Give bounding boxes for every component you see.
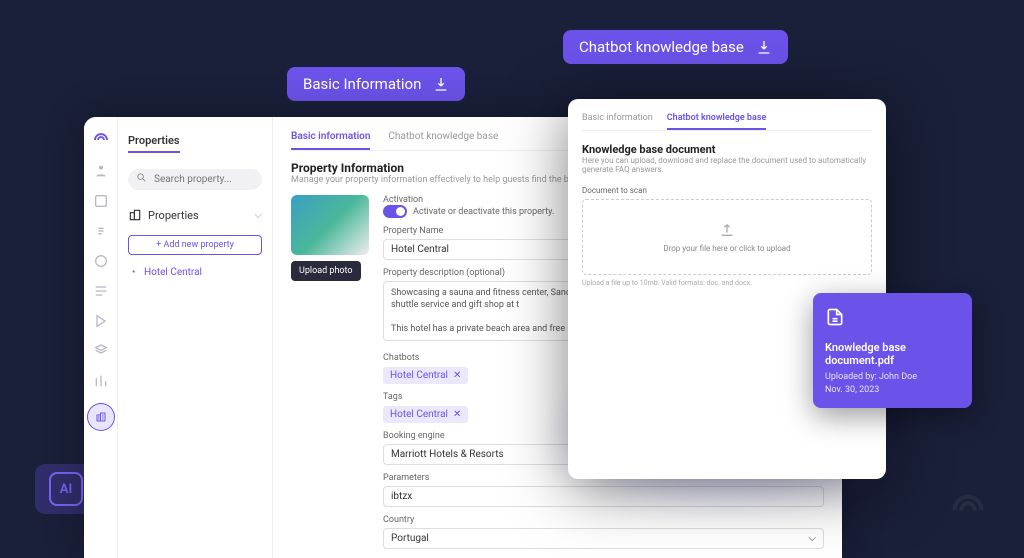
add-property-button[interactable]: + Add new property bbox=[128, 235, 262, 255]
country-value: Portugal bbox=[391, 533, 429, 544]
basic-info-pill[interactable]: Basic Information bbox=[287, 67, 465, 101]
nav-icon-5[interactable] bbox=[93, 283, 109, 299]
parameters-input[interactable] bbox=[383, 486, 824, 507]
sidebar-group-label: Properties bbox=[148, 209, 199, 222]
kb-hint: Upload a file up to 10mb. Valid formats:… bbox=[582, 279, 872, 287]
chip-label: Hotel Central bbox=[390, 370, 448, 381]
nav-icon-properties[interactable] bbox=[87, 403, 115, 431]
kb-subtitle: Here you can upload, download and replac… bbox=[582, 156, 872, 174]
country-select[interactable]: Portugal ⌵ bbox=[383, 528, 824, 549]
search-input[interactable] bbox=[128, 169, 262, 190]
file-uploader: Uploaded by: John Doe bbox=[825, 371, 960, 384]
dropzone-text: Drop your file here or click to upload bbox=[663, 244, 790, 253]
kb-tabs: Basic information Chatbot knowledge base bbox=[582, 113, 872, 131]
nav-icon-2[interactable] bbox=[93, 193, 109, 209]
kb-tab-kb[interactable]: Chatbot knowledge base bbox=[667, 113, 767, 130]
nav-icon-1[interactable] bbox=[93, 163, 109, 179]
sidebar-group-properties[interactable]: Properties ⌵ bbox=[128, 208, 262, 222]
pill-label: Chatbot knowledge base bbox=[579, 38, 744, 56]
tag-chip[interactable]: Hotel Central ✕ bbox=[383, 406, 468, 423]
country-label: Country bbox=[383, 515, 824, 525]
chatbot-chip[interactable]: Hotel Central ✕ bbox=[383, 367, 468, 384]
activation-help: Activate or deactivate this property. bbox=[413, 207, 554, 217]
nav-icon-4[interactable] bbox=[93, 253, 109, 269]
chevron-down-icon: ⌵ bbox=[254, 210, 262, 221]
chip-remove-icon[interactable]: ✕ bbox=[453, 370, 461, 381]
upload-dropzone[interactable]: Drop your file here or click to upload bbox=[582, 199, 872, 275]
nav-icon-7[interactable] bbox=[93, 343, 109, 359]
app-logo[interactable] bbox=[92, 131, 110, 149]
sidebar-item-hotel-central[interactable]: Hotel Central bbox=[128, 267, 262, 278]
file-icon bbox=[825, 305, 845, 329]
file-date: Nov. 30, 2023 bbox=[825, 384, 960, 397]
download-icon bbox=[433, 76, 449, 92]
sidebar-title: Properties bbox=[128, 134, 180, 153]
kb-pill[interactable]: Chatbot knowledge base bbox=[563, 30, 788, 64]
activation-toggle[interactable] bbox=[383, 205, 407, 218]
download-icon bbox=[756, 39, 772, 55]
upload-icon bbox=[719, 222, 735, 238]
nav-icon-3[interactable] bbox=[93, 223, 109, 239]
kb-doc-label: Document to scan bbox=[582, 186, 872, 195]
nav-icon-8[interactable] bbox=[93, 373, 109, 389]
kb-title: Knowledge base document bbox=[582, 143, 872, 156]
sidebar: Properties Properties ⌵ + Add new proper… bbox=[118, 117, 273, 558]
file-name: Knowledge base document.pdf bbox=[825, 341, 960, 367]
chip-label: Hotel Central bbox=[390, 409, 448, 420]
kb-tab-basic[interactable]: Basic information bbox=[582, 113, 653, 130]
watermark-logo bbox=[948, 490, 988, 530]
ai-icon: AI bbox=[49, 472, 83, 506]
search-icon bbox=[136, 172, 147, 183]
pill-label: Basic Information bbox=[303, 75, 421, 93]
tab-basic-information[interactable]: Basic information bbox=[291, 131, 370, 150]
property-thumbnail bbox=[291, 195, 369, 255]
tab-chatbot-kb[interactable]: Chatbot knowledge base bbox=[388, 131, 498, 150]
kb-window: Basic information Chatbot knowledge base… bbox=[568, 99, 886, 479]
building-icon bbox=[128, 208, 142, 222]
file-card[interactable]: Knowledge base document.pdf Uploaded by:… bbox=[813, 293, 972, 408]
nav-icon-6[interactable] bbox=[93, 313, 109, 329]
upload-photo-button[interactable]: Upload photo bbox=[291, 261, 361, 281]
icon-sidebar bbox=[84, 117, 118, 558]
chevron-down-icon: ⌵ bbox=[808, 533, 816, 544]
chip-remove-icon[interactable]: ✕ bbox=[453, 409, 461, 420]
